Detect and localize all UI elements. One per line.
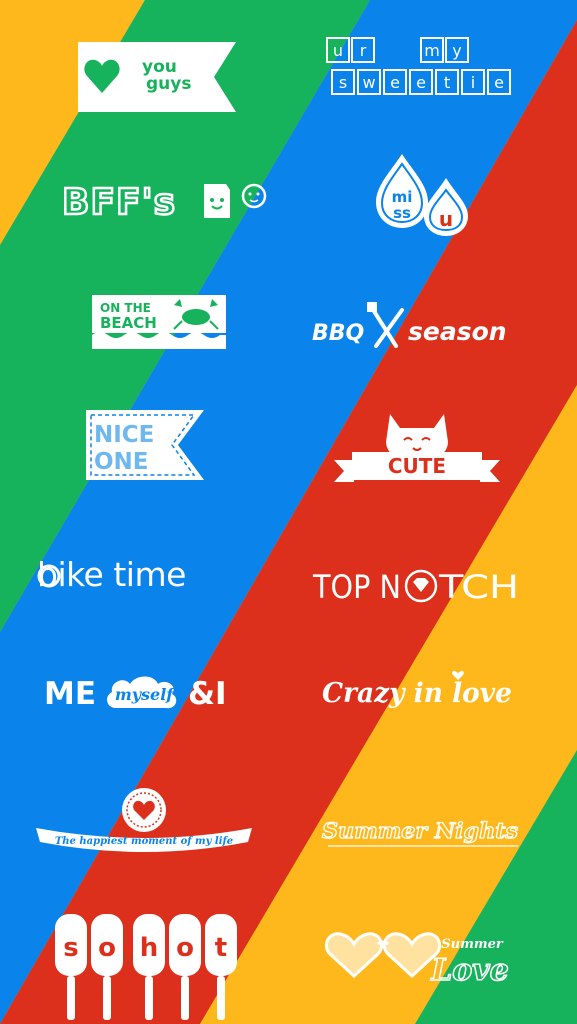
bike-time-text: bike time [37, 555, 186, 594]
and-i-text: &I [188, 676, 227, 712]
myself-text: myself [115, 685, 176, 704]
tile-letter: t [444, 73, 450, 92]
popsicle-letter: s [63, 933, 78, 963]
beach-text: BEACH [100, 314, 157, 332]
one-text: ONE [94, 449, 149, 475]
tile-letter: u [333, 41, 343, 60]
sticker-top-notch[interactable]: TOP N TCH [312, 562, 523, 606]
cookie-icon [241, 183, 267, 209]
sticker-summer-love[interactable]: Summer Love [322, 922, 526, 992]
sticker-picker-screen: you guys u r m y s w e e t i e BFF's mi … [0, 0, 577, 1024]
ss-text: ss [393, 204, 411, 222]
popsicle-icon [55, 914, 237, 1020]
summer-text: Summer [441, 937, 504, 952]
tile-letter: e [494, 73, 504, 92]
guys-text: guys [146, 74, 191, 94]
tile-letter: y [452, 41, 461, 60]
popsicle-letter: t [215, 933, 227, 963]
sticker-happiest-moment[interactable]: The happiest moment of my life [36, 786, 252, 860]
on-the-text: ON THE [100, 301, 151, 315]
sticker-crazy-in-love[interactable]: Crazy in love [322, 664, 522, 720]
grill-tools-icon [367, 302, 404, 348]
sticker-me-myself-i[interactable]: ME myself &I [44, 662, 250, 718]
tile-letter: e [390, 73, 400, 92]
summer-nights-text: Summer Nights [322, 818, 518, 843]
sticker-summer-nights[interactable]: Summer Nights [321, 808, 522, 852]
sticker-bike-time[interactable]: bike time [37, 542, 237, 598]
top-n-text: TOP N [312, 568, 401, 606]
sticker-cute[interactable]: CUTE [334, 408, 500, 492]
love-text: Love [430, 953, 509, 988]
u-text: u [439, 207, 453, 231]
heart-sunglasses-icon [324, 932, 442, 979]
sticker-you-guys[interactable]: you guys [78, 40, 238, 114]
popsicle-letter: h [140, 933, 159, 963]
sticker-bffs[interactable]: BFF's [61, 170, 272, 230]
tch-text: TCH [438, 568, 519, 606]
sticker-on-the-beach[interactable]: ON THE BEACH [92, 295, 226, 349]
season-text: season [408, 317, 507, 346]
sticker-miss-u[interactable]: mi ss u [372, 150, 472, 242]
sticker-so-hot[interactable]: s o h o t [55, 914, 237, 1024]
tile-letter: i [471, 73, 475, 92]
waves-icon [92, 332, 226, 349]
tile-letter: e [416, 73, 426, 92]
popsicle-letter: o [176, 933, 194, 963]
crazy-in-love-text: Crazy in love [322, 678, 512, 709]
tile-letter: m [424, 41, 440, 60]
me-text: ME [44, 676, 96, 712]
diamond-icon [404, 569, 438, 603]
cute-text: CUTE [388, 454, 446, 478]
tile-letter: r [360, 41, 367, 60]
sticker-nice-one[interactable]: NICE ONE [86, 408, 206, 482]
sticker-ur-my-sweetie[interactable]: u r m y s w e e t i e [325, 36, 519, 102]
tile-letter: s [339, 73, 347, 92]
tile-letter: w [362, 73, 375, 92]
sticker-bbq-season[interactable]: BBQ season [312, 300, 527, 356]
bffs-text: BFF's [62, 182, 176, 223]
diagonal-stripes-background [0, 0, 577, 1024]
happiest-moment-text: The happiest moment of my life [55, 836, 233, 847]
nice-text: NICE [94, 422, 154, 448]
milk-carton-icon [204, 184, 230, 218]
bbq-text: BBQ [312, 321, 364, 346]
popsicle-letter: o [98, 933, 116, 963]
